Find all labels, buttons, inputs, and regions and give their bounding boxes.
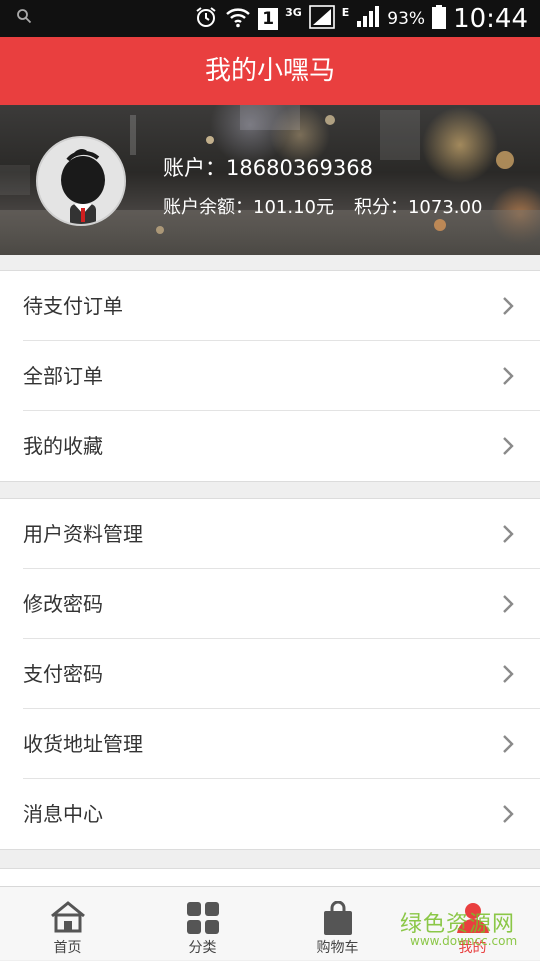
account-balance: 账户余额：101.10元 [163, 197, 334, 218]
sim-badge: 1 [258, 8, 279, 30]
menu-item-payment-password[interactable]: 支付密码 [23, 639, 540, 709]
menu-item-pending-orders[interactable]: 待支付订单 [23, 271, 540, 341]
app-header: 我的小嘿马 [0, 37, 540, 105]
menu-item-change-password[interactable]: 修改密码 [23, 569, 540, 639]
tab-label: 首页 [53, 940, 82, 956]
chevron-right-icon [503, 297, 514, 315]
next-menu-group-partial [0, 868, 540, 886]
menu-item-favorites[interactable]: 我的收藏 [23, 411, 540, 481]
chevron-right-icon [503, 525, 514, 543]
account-menu-group: 用户资料管理 修改密码 支付密码 收货地址管理 消息中心 [0, 498, 540, 850]
account-number: 账户：18680369368 [163, 156, 373, 180]
bottom-tab-bar: 首页 分类 购物车 我的 [0, 886, 540, 960]
page-title: 我的小嘿马 [204, 56, 335, 86]
cart-icon [323, 900, 353, 939]
menu-item-address-management[interactable]: 收货地址管理 [23, 709, 540, 779]
menu-item-label: 消息中心 [23, 802, 103, 826]
tab-mine[interactable]: 我的 [405, 887, 540, 961]
alarm-icon [194, 5, 218, 33]
tab-label: 购物车 [316, 940, 359, 956]
avatar[interactable] [36, 136, 126, 226]
chevron-right-icon [503, 595, 514, 613]
avatar-character-icon [38, 138, 124, 224]
signal-icon [308, 5, 335, 33]
wifi-icon [225, 6, 251, 32]
menu-item-label: 用户资料管理 [23, 522, 143, 546]
status-bar: 1 3G E 93% 10:44 [0, 0, 540, 37]
search-icon [16, 8, 32, 28]
menu-item-label: 修改密码 [23, 592, 103, 616]
menu-item-message-center[interactable]: 消息中心 [23, 779, 540, 849]
battery-percent: 93% [387, 9, 426, 29]
tab-category[interactable]: 分类 [135, 887, 270, 961]
chevron-right-icon [503, 665, 514, 683]
tab-cart[interactable]: 购物车 [270, 887, 405, 961]
menu-item-label: 收货地址管理 [23, 732, 143, 756]
chevron-right-icon [503, 437, 514, 455]
home-icon [49, 901, 87, 937]
menu-item-all-orders[interactable]: 全部订单 [23, 341, 540, 411]
battery-icon [432, 5, 447, 33]
balance-info: 账户余额：101.10元 积分：1073.00 [163, 193, 482, 219]
chevron-right-icon [503, 735, 514, 753]
menu-item-label: 我的收藏 [23, 434, 103, 458]
points-balance: 积分：1073.00 [353, 197, 483, 218]
signal-bars-icon [356, 6, 380, 32]
menu-item-label: 支付密码 [23, 662, 103, 686]
chevron-right-icon [503, 367, 514, 385]
category-icon [186, 901, 220, 939]
menu-item-label: 全部订单 [23, 364, 103, 388]
tab-label: 分类 [188, 940, 217, 956]
profile-banner: 账户：18680369368 账户余额：101.10元 积分：1073.00 [0, 105, 540, 255]
network-e-label: E [341, 6, 350, 19]
user-icon [455, 901, 491, 939]
network-3g-label: 3G [285, 6, 302, 19]
tab-home[interactable]: 首页 [0, 887, 135, 961]
menu-item-profile-management[interactable]: 用户资料管理 [23, 499, 540, 569]
orders-menu-group: 待支付订单 全部订单 我的收藏 [0, 270, 540, 482]
clock: 10:44 [453, 4, 528, 34]
tab-label: 我的 [458, 940, 487, 956]
menu-item-label: 待支付订单 [23, 294, 123, 318]
chevron-right-icon [503, 805, 514, 823]
